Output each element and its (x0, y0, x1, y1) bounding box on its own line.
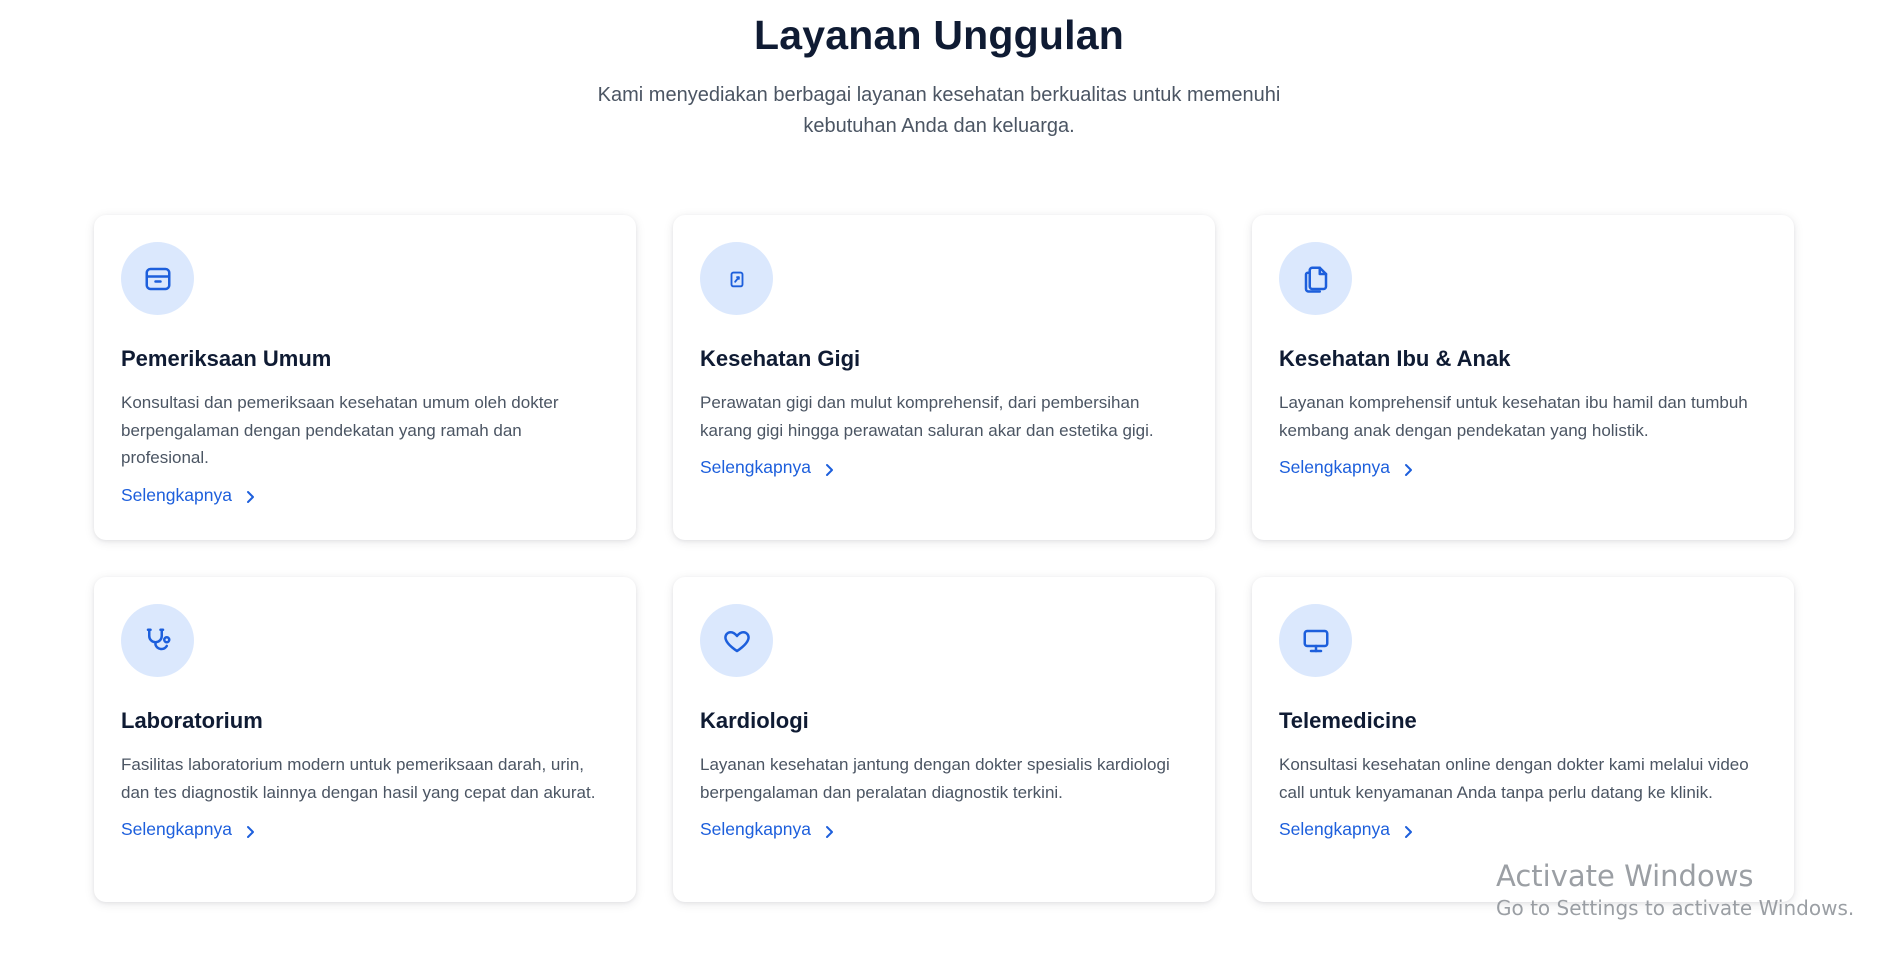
box-icon (121, 242, 194, 315)
service-card-pemeriksaan-umum: Pemeriksaan Umum Konsultasi dan pemeriks… (94, 215, 636, 540)
service-card-kesehatan-ibu-anak: Kesehatan Ibu & Anak Layanan komprehensi… (1252, 215, 1794, 540)
services-grid: Pemeriksaan Umum Konsultasi dan pemeriks… (94, 215, 1794, 902)
card-title: Kesehatan Gigi (700, 346, 861, 371)
services-page: Layanan Unggulan Kami menyediakan berbag… (0, 0, 1878, 958)
card-description: Konsultasi kesehatan online dengan dokte… (1279, 755, 1749, 802)
stethoscope-icon (121, 604, 194, 677)
chevron-right-icon (823, 461, 835, 476)
read-more-link[interactable]: Selengkapnya (700, 457, 835, 478)
card-description: Layanan kesehatan jantung dengan dokter … (700, 755, 1170, 802)
read-more-link[interactable]: Selengkapnya (700, 819, 835, 840)
card-title: Pemeriksaan Umum (121, 346, 332, 371)
read-more-link[interactable]: Selengkapnya (121, 485, 256, 506)
watermark-subtitle: Go to Settings to activate Windows. (1496, 896, 1855, 920)
read-more-link[interactable]: Selengkapnya (121, 819, 256, 840)
section-subtitle: Kami menyediakan berbagai layanan keseha… (597, 84, 1281, 137)
read-more-label: Selengkapnya (1279, 457, 1390, 477)
card-title: Kesehatan Ibu & Anak (1279, 346, 1511, 371)
read-more-label: Selengkapnya (1279, 819, 1390, 839)
service-card-kardiologi: Kardiologi Layanan kesehatan jantung den… (673, 577, 1215, 902)
card-title: Laboratorium (121, 708, 263, 733)
card-title: Kardiologi (700, 708, 809, 733)
card-description: Layanan komprehensif untuk kesehatan ibu… (1279, 393, 1748, 440)
read-more-label: Selengkapnya (700, 819, 811, 839)
activate-windows-watermark: Activate Windows Go to Settings to activ… (1496, 858, 1854, 922)
heart-icon (700, 604, 773, 677)
read-more-label: Selengkapnya (121, 484, 232, 505)
service-card-laboratorium: Laboratorium Fasilitas laboratorium mode… (94, 577, 636, 902)
chevron-right-icon (244, 823, 256, 838)
chevron-right-icon (823, 823, 835, 838)
chevron-right-icon (244, 488, 256, 503)
card-description: Perawatan gigi dan mulut komprehensif, d… (700, 393, 1154, 440)
card-title: Telemedicine (1279, 708, 1417, 733)
service-card-kesehatan-gigi: Kesehatan Gigi Perawatan gigi dan mulut … (673, 215, 1215, 540)
chevron-right-icon (1402, 823, 1414, 838)
watermark-title: Activate Windows (1496, 859, 1754, 893)
read-more-label: Selengkapnya (121, 819, 232, 839)
service-card-telemedicine: Telemedicine Konsultasi kesehatan online… (1252, 577, 1794, 902)
read-more-link[interactable]: Selengkapnya (1279, 457, 1414, 478)
documents-icon (1279, 242, 1352, 315)
monitor-icon (1279, 604, 1352, 677)
clipboard-edit-icon (700, 242, 773, 315)
read-more-label: Selengkapnya (700, 457, 811, 477)
section-title: Layanan Unggulan (754, 12, 1124, 58)
card-description: Fasilitas laboratorium modern untuk peme… (121, 755, 596, 802)
card-description: Konsultasi dan pemeriksaan kesehatan umu… (121, 393, 559, 467)
read-more-link[interactable]: Selengkapnya (1279, 819, 1414, 840)
chevron-right-icon (1402, 461, 1414, 476)
